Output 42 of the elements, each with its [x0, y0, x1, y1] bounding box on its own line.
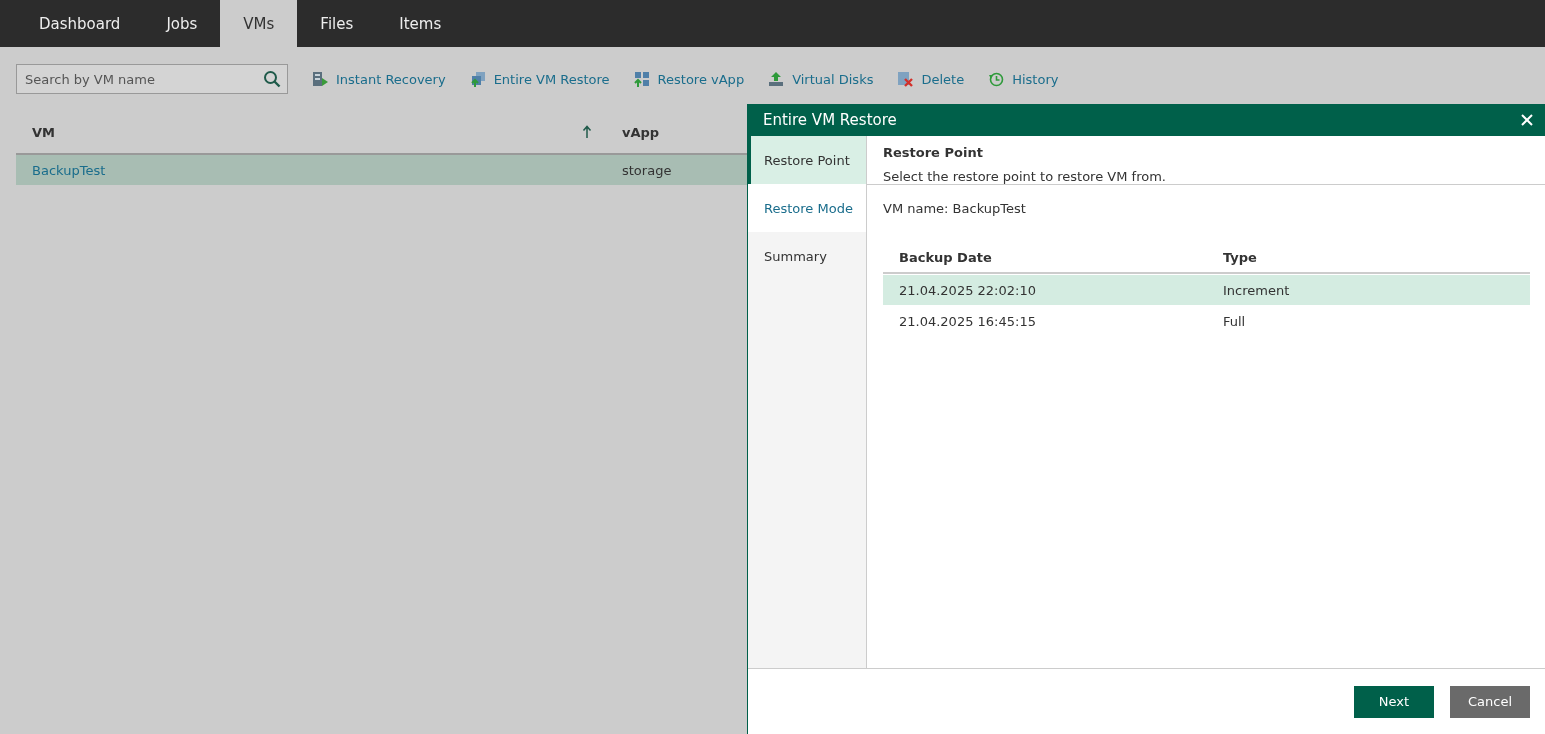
vm-name-label: VM name: BackupTest — [883, 201, 1027, 216]
table-cell: 21.04.2025 22:02:10 — [899, 282, 1036, 298]
toolbar-button[interactable]: Restore vApp — [633, 70, 745, 88]
wizard-step[interactable]: Restore Point — [748, 136, 866, 184]
toolbar-button[interactable]: Instant Recovery — [312, 70, 446, 88]
toolbar-button[interactable]: Entire VM Restore — [469, 70, 610, 88]
table-row[interactable]: 21.04.2025 22:02:10 Increment — [883, 275, 1530, 305]
column-header[interactable]: VM — [32, 124, 55, 140]
table-cell: Full — [1223, 313, 1246, 329]
grid-arrow-icon — [633, 70, 651, 88]
table-cell: Increment — [1223, 282, 1290, 298]
close-button[interactable] — [1519, 112, 1535, 128]
disk-upload-icon — [768, 70, 786, 88]
section-heading: Restore Point — [883, 145, 984, 160]
table-row[interactable]: 21.04.2025 16:45:15 Full — [883, 306, 1530, 336]
sort-arrow-icon — [582, 125, 592, 139]
toolbar-button[interactable]: Virtual Disks — [768, 70, 874, 88]
column-header[interactable]: Type — [1223, 249, 1530, 265]
dialog-title: Entire VM Restore — [763, 111, 897, 129]
wizard-step[interactable]: Summary — [748, 232, 866, 280]
search-icon — [263, 70, 281, 88]
cancel-button[interactable]: Cancel — [1450, 685, 1530, 718]
copy-arrow-icon — [469, 70, 487, 88]
nav-tab[interactable]: Items — [376, 0, 465, 47]
nav-tab[interactable]: VMs — [220, 0, 298, 47]
search-field[interactable]: Search by VM name — [16, 64, 288, 94]
server-play-icon — [312, 70, 329, 88]
table-cell: 21.04.2025 16:45:15 — [899, 313, 1036, 329]
next-button[interactable]: Next — [1354, 685, 1434, 718]
toolbar-button[interactable]: Delete — [897, 70, 965, 88]
delete-icon — [897, 70, 915, 88]
section-description: Select the restore point to restore VM from. — [883, 169, 1167, 184]
column-header[interactable]: Backup Date — [883, 249, 1223, 265]
close-icon — [1521, 114, 1533, 126]
wizard-step[interactable]: Restore Mode — [748, 184, 866, 232]
nav-tab[interactable]: Jobs — [143, 0, 221, 47]
table-cell: storage — [622, 162, 672, 178]
toolbar-button[interactable]: History — [988, 70, 1059, 88]
nav-tab[interactable]: Files — [297, 0, 377, 47]
history-icon — [988, 70, 1006, 88]
nav-tab[interactable]: Dashboard — [16, 0, 144, 47]
column-header[interactable]: vApp — [622, 124, 660, 140]
